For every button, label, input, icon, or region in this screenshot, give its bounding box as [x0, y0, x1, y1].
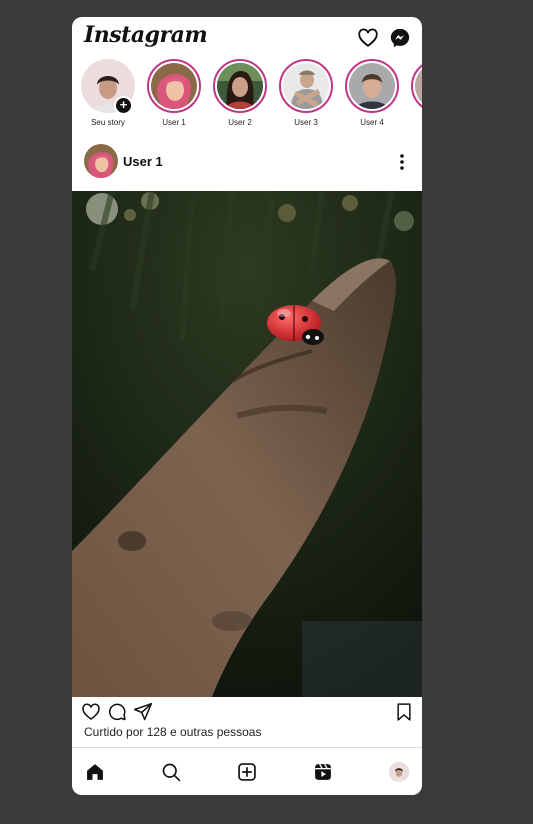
add-story-icon[interactable]: + — [114, 96, 133, 115]
story-label: User 2 — [228, 118, 252, 127]
reels-icon[interactable] — [313, 762, 333, 782]
like-heart-icon[interactable] — [81, 702, 101, 722]
top-bar: Instagram — [72, 17, 422, 57]
new-post-icon[interactable] — [237, 762, 257, 782]
post-actions — [72, 699, 422, 725]
instagram-logo[interactable]: Instagram — [84, 22, 208, 48]
search-icon[interactable] — [161, 762, 181, 782]
user-2-avatar — [217, 63, 263, 109]
user-4-avatar — [349, 63, 395, 109]
story-seu-story[interactable]: + Seu story — [77, 59, 139, 127]
story-avatar — [213, 59, 267, 113]
user-5-avatar — [415, 63, 422, 109]
story-avatar: + — [81, 59, 135, 115]
story-user-2[interactable]: User 2 — [209, 59, 271, 127]
user-1-avatar — [151, 63, 197, 109]
post-photo[interactable] — [72, 191, 422, 697]
story-avatar — [147, 59, 201, 113]
story-user-4[interactable]: User 4 — [341, 59, 403, 127]
messenger-icon[interactable] — [389, 27, 411, 49]
story-user-3[interactable]: User 3 — [275, 59, 337, 127]
share-icon[interactable] — [133, 702, 153, 722]
likes-count[interactable]: Curtido por 128 e outras pessoas — [84, 725, 261, 739]
phone-frame: Instagram + Seu story User 1 User 2 User… — [72, 17, 422, 795]
story-label: User 1 — [162, 118, 186, 127]
user-3-avatar — [283, 63, 329, 109]
story-avatar — [279, 59, 333, 113]
home-icon[interactable] — [85, 762, 105, 782]
comment-icon[interactable] — [107, 702, 127, 722]
post-author-avatar[interactable] — [84, 144, 118, 178]
heart-icon[interactable] — [357, 27, 379, 49]
stories-bar: + Seu story User 1 User 2 User 3 User 4 — [72, 59, 422, 137]
story-label: User 4 — [360, 118, 384, 127]
bottom-nav — [72, 747, 422, 795]
post-author-name[interactable]: User 1 — [123, 154, 163, 169]
story-partial[interactable] — [407, 59, 422, 113]
story-user-1[interactable]: User 1 — [143, 59, 205, 127]
story-label: Seu story — [91, 118, 125, 127]
story-label: User 3 — [294, 118, 318, 127]
more-options-icon[interactable] — [392, 151, 412, 173]
story-avatar — [411, 59, 422, 113]
profile-avatar[interactable] — [389, 762, 409, 782]
post-header: User 1 — [72, 141, 422, 189]
story-avatar — [345, 59, 399, 113]
bookmark-icon[interactable] — [394, 702, 414, 722]
